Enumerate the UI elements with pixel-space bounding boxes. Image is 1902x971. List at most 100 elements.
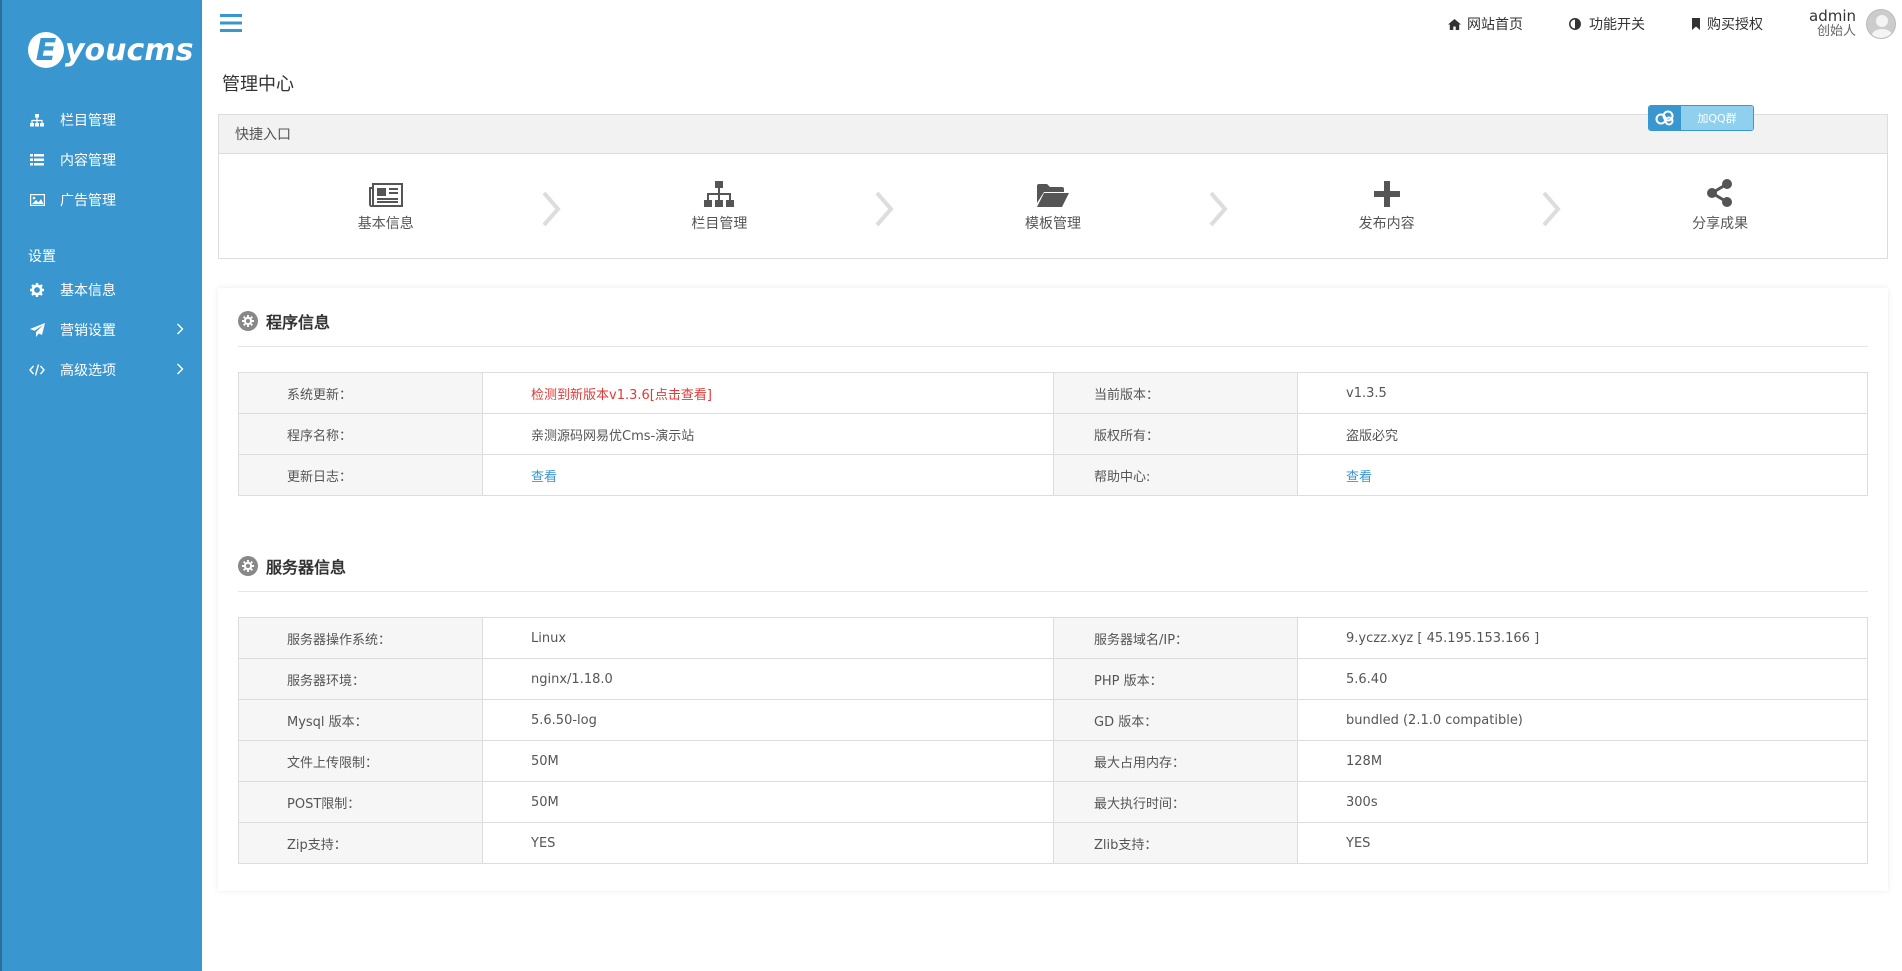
table-cell: 300s xyxy=(1297,781,1868,823)
sidebar-item-label: 基本信息 xyxy=(60,283,116,299)
table-cell: Linux xyxy=(482,617,1054,659)
buy-license-link[interactable]: 购买授权 xyxy=(1691,14,1763,34)
table-cell: 最大占用内存： xyxy=(1053,740,1298,782)
sidebar-item-marketing[interactable]: 营销设置 xyxy=(2,310,202,350)
user-role: 创始人 xyxy=(1816,24,1856,39)
table-cell: 128M xyxy=(1297,740,1868,782)
sidebar-item-content[interactable]: 内容管理 xyxy=(2,140,202,180)
logo[interactable]: E youcms xyxy=(2,0,202,100)
menu-toggle-icon[interactable] xyxy=(220,13,242,33)
table-cell: 服务器域名/IP： xyxy=(1053,617,1298,659)
table-cell: PHP 版本： xyxy=(1053,658,1298,700)
table-cell: 50M xyxy=(482,740,1054,782)
table-cell: 文件上传限制： xyxy=(238,740,483,782)
program-info-title: 程序信息 xyxy=(266,313,331,332)
table-row: 文件上传限制： 50M 最大占用内存： 128M xyxy=(238,740,1868,782)
quick-columns[interactable]: 栏目管理 xyxy=(553,154,894,258)
divider xyxy=(238,346,1868,347)
list-icon xyxy=(28,152,46,168)
gear-icon xyxy=(238,556,258,576)
chevron-right-icon xyxy=(176,323,184,339)
info-panel: 程序信息 系统更新： 检测到新版本v1.3.6[点击查看] 当前版本： v1.3… xyxy=(218,288,1888,891)
table-cell: bundled (2.1.0 compatible) xyxy=(1297,699,1868,741)
table-cell: 服务器操作系统： xyxy=(238,617,483,659)
help-center-link[interactable]: 查看 xyxy=(1346,470,1372,485)
sidebar-item-label: 内容管理 xyxy=(60,153,116,169)
qq-group-badge[interactable]: 加QQ群 xyxy=(1648,105,1754,131)
table-row: Mysql 版本： 5.6.50-log GD 版本： bundled (2.1… xyxy=(238,699,1868,741)
cloud-icon xyxy=(1649,106,1681,130)
table-cell: Mysql 版本： xyxy=(238,699,483,741)
qq-group-label: 加QQ群 xyxy=(1681,106,1753,130)
quick-item-label: 栏目管理 xyxy=(691,216,748,232)
divider xyxy=(238,591,1868,592)
quick-templates[interactable]: 模板管理 xyxy=(886,154,1228,258)
table-cell: 盗版必究 xyxy=(1297,413,1868,455)
sidebar-item-label: 高级选项 xyxy=(60,363,116,379)
sidebar-item-label: 广告管理 xyxy=(60,193,116,209)
server-info-heading: 服务器信息 xyxy=(238,551,346,581)
changelog-link[interactable]: 查看 xyxy=(531,470,557,485)
table-cell: 更新日志： xyxy=(238,454,483,496)
table-cell: POST限制： xyxy=(238,781,483,823)
main-content: 管理中心 快捷入口 基本信息 栏目管理 模板管理 发布内容 分享成果 程序信息 … xyxy=(202,48,1902,971)
table-row: 服务器环境： nginx/1.18.0 PHP 版本： 5.6.40 xyxy=(238,658,1868,700)
gear-icon xyxy=(238,311,258,331)
sidebar-item-columns[interactable]: 栏目管理 xyxy=(2,100,202,140)
home-link-label: 网站首页 xyxy=(1467,17,1523,33)
table-cell: v1.3.5 xyxy=(1297,372,1868,414)
quick-publish[interactable]: 发布内容 xyxy=(1220,154,1562,258)
quick-item-label: 模板管理 xyxy=(1024,216,1081,232)
table-cell: 系统更新： xyxy=(238,372,483,414)
table-cell: 服务器环境： xyxy=(238,658,483,700)
topbar: 网站首页 功能开关 购买授权 admin 创始人 xyxy=(202,0,1902,48)
update-available-link[interactable]: 检测到新版本v1.3.6[点击查看] xyxy=(531,388,712,403)
quick-item-label: 基本信息 xyxy=(357,216,414,232)
table-cell: 帮助中心: xyxy=(1053,454,1298,496)
table-cell: 5.6.40 xyxy=(1297,658,1868,700)
feature-toggle-label: 功能开关 xyxy=(1589,17,1645,33)
home-icon xyxy=(1448,18,1461,30)
share-icon xyxy=(1707,179,1733,207)
quick-item-label: 分享成果 xyxy=(1692,216,1749,232)
home-link[interactable]: 网站首页 xyxy=(1448,14,1523,34)
quick-item-label: 发布内容 xyxy=(1358,216,1415,232)
program-info-table: 系统更新： 检测到新版本v1.3.6[点击查看] 当前版本： v1.3.5 程序… xyxy=(238,372,1868,496)
sidebar: E youcms 栏目管理 内容管理 广告管理 设置 基本信息 营销设置 高级选… xyxy=(0,0,202,971)
table-row: 更新日志： 查看 帮助中心: 查看 xyxy=(238,454,1868,496)
quick-basic-info[interactable]: 基本信息 xyxy=(219,154,561,258)
table-cell: Zip支持： xyxy=(238,822,483,864)
avatar[interactable] xyxy=(1866,9,1896,39)
sidebar-item-basic-info[interactable]: 基本信息 xyxy=(2,270,202,310)
gear-icon xyxy=(28,282,46,298)
buy-license-label: 购买授权 xyxy=(1707,17,1763,33)
sitemap-icon xyxy=(704,179,735,207)
table-row: 程序名称： 亲测源码网易优Cms-演示站 版权所有： 盗版必究 xyxy=(238,413,1868,455)
table-cell: 程序名称： xyxy=(238,413,483,455)
table-cell: YES xyxy=(482,822,1054,864)
table-cell: 亲测源码网易优Cms-演示站 xyxy=(482,413,1054,455)
server-info-title: 服务器信息 xyxy=(266,558,347,577)
folder-open-icon xyxy=(1036,179,1069,207)
table-row: 系统更新： 检测到新版本v1.3.6[点击查看] 当前版本： v1.3.5 xyxy=(238,372,1868,414)
server-info-table: 服务器操作系统： Linux 服务器域名/IP： 9.yczz.xyz [ 45… xyxy=(238,617,1868,864)
sitemap-icon xyxy=(28,112,46,128)
sidebar-item-label: 栏目管理 xyxy=(60,113,116,129)
sidebar-item-ads[interactable]: 广告管理 xyxy=(2,180,202,220)
user-menu[interactable]: admin 创始人 xyxy=(1809,9,1896,39)
feature-toggle-link[interactable]: 功能开关 xyxy=(1569,14,1645,34)
table-cell: 当前版本： xyxy=(1053,372,1298,414)
table-cell: 9.yczz.xyz [ 45.195.153.166 ] xyxy=(1297,617,1868,659)
table-cell: nginx/1.18.0 xyxy=(482,658,1054,700)
table-row: POST限制： 50M 最大执行时间： 300s xyxy=(238,781,1868,823)
table-cell: YES xyxy=(1297,822,1868,864)
newspaper-icon xyxy=(368,179,403,207)
table-cell: 最大执行时间： xyxy=(1053,781,1298,823)
top-links: 网站首页 功能开关 购买授权 admin 创始人 xyxy=(1448,0,1902,48)
table-cell: Zlib支持： xyxy=(1053,822,1298,864)
table-cell: 版权所有： xyxy=(1053,413,1298,455)
code-icon xyxy=(28,362,46,378)
sidebar-item-advanced[interactable]: 高级选项 xyxy=(2,350,202,390)
quick-share[interactable]: 分享成果 xyxy=(1553,154,1887,258)
table-cell: 50M xyxy=(482,781,1054,823)
